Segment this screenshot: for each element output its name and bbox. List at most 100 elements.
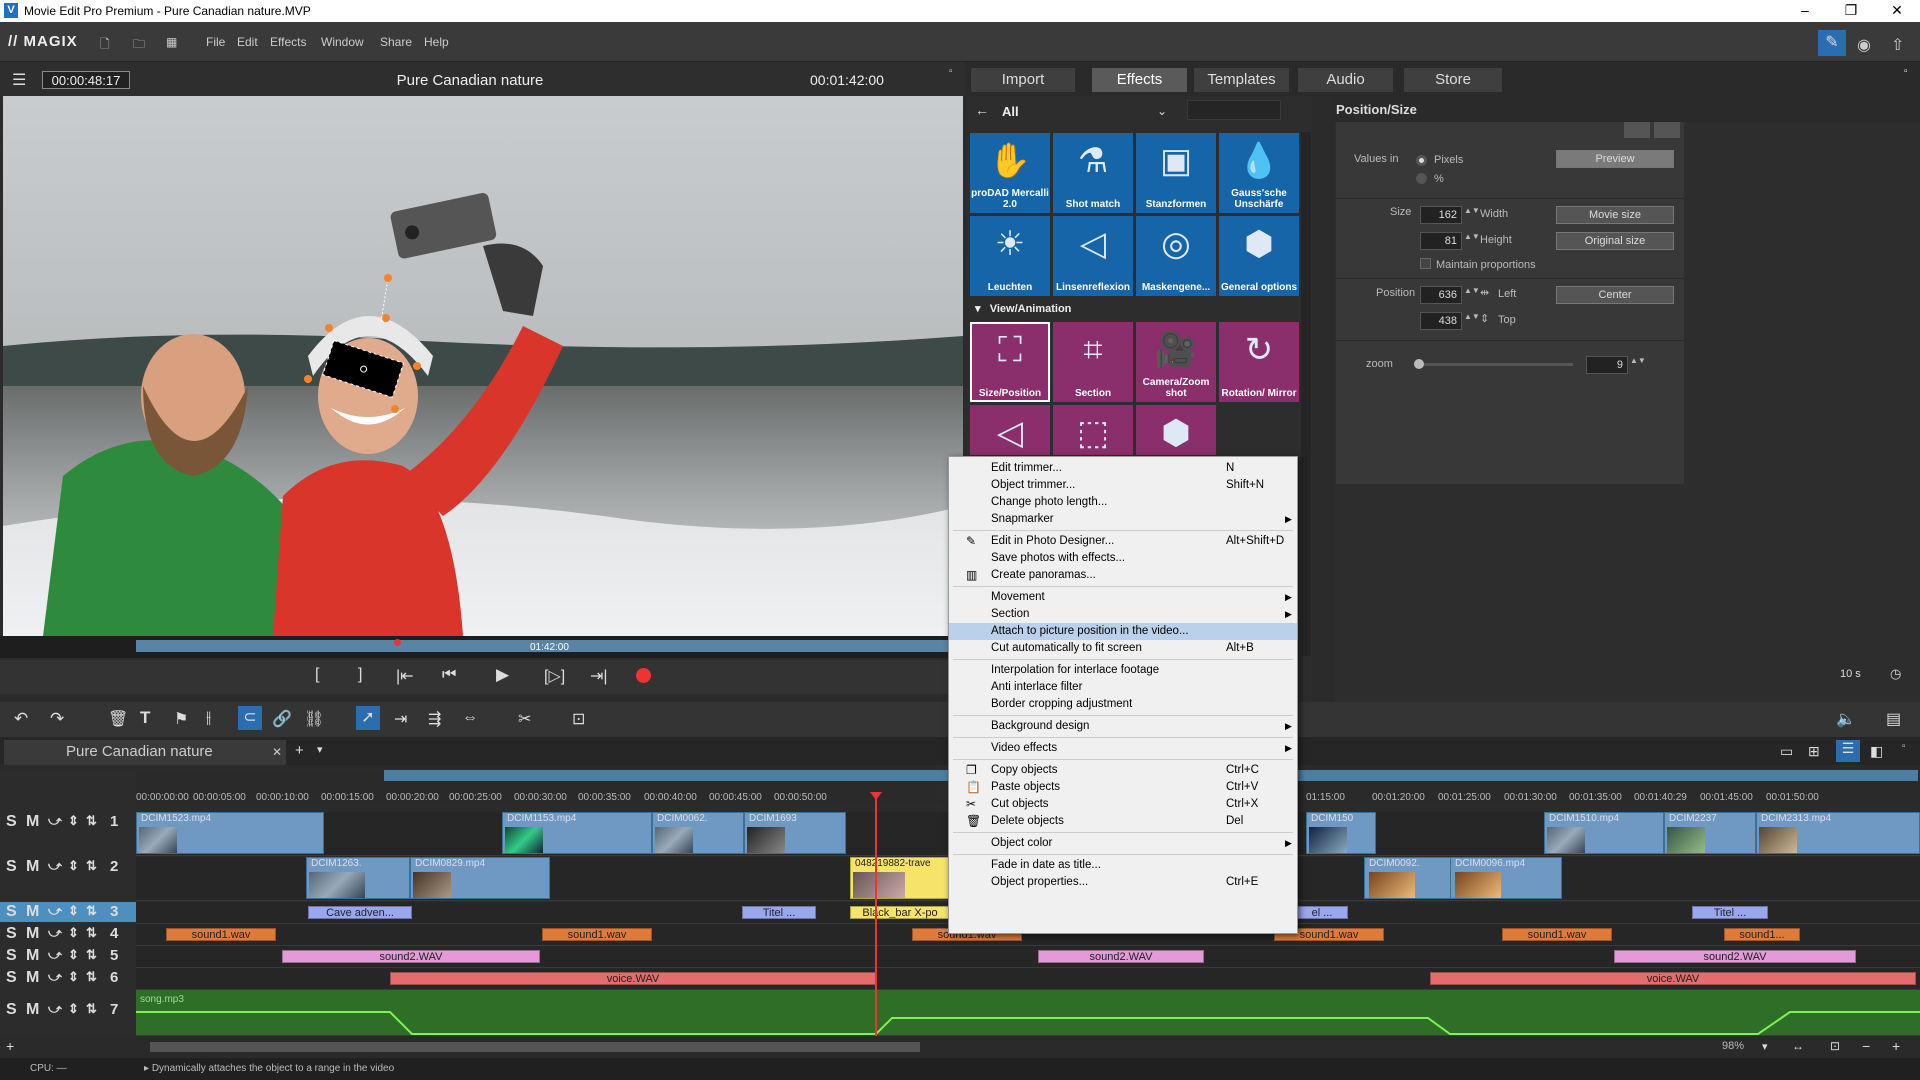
title-clip[interactable]: Cave adven... (308, 906, 412, 919)
save-icon[interactable]: ▦ (166, 35, 177, 49)
lock-icon[interactable]: ⤻ (48, 947, 62, 963)
mute-button[interactable]: M (26, 969, 39, 987)
stretch-icon[interactable]: ⇔ (462, 709, 478, 727)
menu-item-edit-in-photo-designer[interactable]: ✎ Edit in Photo Designer... Alt+Shift+D (949, 533, 1297, 550)
timeline-playhead[interactable] (875, 796, 877, 1036)
height-stepper[interactable]: ▲▼ (1464, 232, 1480, 241)
mark-in-icon[interactable]: [ (315, 666, 319, 684)
video-clip[interactable]: DCIM1693 (744, 812, 846, 854)
top-stepper[interactable]: ▲▼ (1464, 312, 1480, 321)
zoom-stepper[interactable]: ▲▼ (1630, 356, 1646, 365)
track-options-icon[interactable]: ⇅ (86, 1001, 97, 1017)
lock-icon[interactable]: ⤻ (48, 903, 62, 919)
mixer-icon[interactable]: ▤ (1886, 709, 1901, 729)
tab-templates[interactable]: Templates (1194, 68, 1289, 92)
solo-button[interactable]: S (6, 925, 17, 943)
left-input[interactable]: 636 (1420, 286, 1462, 304)
zoom-in-icon[interactable]: + (1892, 1038, 1900, 1054)
dropdown-icon[interactable] (1624, 122, 1650, 138)
prev-marker-icon[interactable]: |⇤ (396, 666, 414, 686)
next-marker-icon[interactable]: ⇥| (590, 666, 608, 686)
effects-scrollbar[interactable] (1301, 132, 1311, 656)
tab-audio[interactable]: Audio (1298, 68, 1393, 92)
effect-tile-shot-match[interactable]: ⚗ Shot match (1053, 133, 1133, 213)
delete-icon[interactable]: 🗑 (108, 709, 128, 729)
tab-import[interactable]: Import (971, 68, 1075, 92)
audio-clip[interactable]: sound2.WAV (282, 950, 540, 963)
left-stepper[interactable]: ▲▼ (1464, 286, 1480, 295)
menu-item-object-trimmer[interactable]: Object trimmer... Shift+N (949, 477, 1297, 494)
title-clip-selected[interactable]: Black_bar X-po (850, 906, 950, 919)
mute-button[interactable]: M (26, 813, 39, 831)
effect-tile-distort[interactable]: ⬚ (1053, 405, 1133, 455)
solo-button[interactable]: S (6, 858, 17, 876)
track-header-5[interactable]: S M ⤻ ⇕ ⇅ 5 (0, 946, 136, 966)
menu-item-delete-objects[interactable]: 🗑 Delete objects Del (949, 813, 1297, 830)
prev-frame-icon[interactable]: ⏮ (442, 666, 456, 684)
search-input[interactable] (1187, 100, 1281, 120)
width-stepper[interactable]: ▲▼ (1464, 206, 1480, 215)
menu-item-paste-objects[interactable]: 📋 Paste objects Ctrl+V (949, 779, 1297, 796)
settings-icon[interactable]: ◉ (1857, 35, 1871, 55)
menu-edit[interactable]: Edit (237, 35, 258, 49)
link-icon[interactable]: 🔗 (272, 709, 292, 729)
menu-item-interpolation-for-interlace-footage[interactable]: Interpolation for interlace footage (949, 662, 1297, 679)
marker-flag-icon[interactable]: ⚑ (174, 709, 188, 729)
menu-item-section[interactable]: Section ▶ (949, 606, 1297, 623)
zoom-step-label[interactable]: 10 s (1840, 668, 1861, 680)
effect-tile-general-options[interactable]: ⬢ General options (1219, 216, 1299, 296)
back-arrow-icon[interactable]: ← (975, 102, 989, 118)
lock-icon[interactable]: ⤻ (48, 969, 62, 985)
mark-out-icon[interactable]: ] (358, 666, 362, 684)
audio-clip[interactable]: voice.WAV (390, 972, 876, 985)
zoom-percent[interactable]: 98% (1722, 1040, 1744, 1052)
menu-item-cut-automatically-to-fit-screen[interactable]: Cut automatically to fit screen Alt+B (949, 640, 1297, 657)
maximize-timeline-icon[interactable]: ▫ (1902, 741, 1906, 752)
menu-item-movement[interactable]: Movement ▶ (949, 589, 1297, 606)
menu-item-create-panoramas[interactable]: ▥ Create panoramas... (949, 567, 1297, 584)
pointer-icon[interactable]: ➚ (356, 706, 380, 730)
insert-icon[interactable]: ⊡ (572, 709, 585, 729)
menu-item-edit-trimmer[interactable]: Edit trimmer... N (949, 460, 1297, 477)
align-left-icon[interactable]: ⇹ (1480, 286, 1489, 299)
menu-item-fade-in-date-as-title[interactable]: Fade in date as title... (949, 857, 1297, 874)
title-clip[interactable]: Titel ... (1692, 906, 1768, 919)
lock-icon[interactable]: ⤻ (48, 813, 62, 829)
effect-tile-maskengenerator[interactable]: ◎ Maskengene... (1136, 216, 1216, 296)
height-input[interactable]: 81 (1420, 232, 1462, 250)
view-storyboard-icon[interactable]: ▭ (1780, 743, 1793, 760)
current-timecode[interactable]: 00:00:48:17 (42, 71, 130, 89)
filter-select[interactable]: All (1002, 104, 1019, 119)
add-tab-icon[interactable]: + (295, 742, 304, 759)
project-tab[interactable]: Pure Canadian nature ✕ (4, 740, 286, 765)
effect-tile-stanzformen[interactable]: ▣ Stanzformen (1136, 133, 1216, 213)
preview-button[interactable]: Preview (1556, 150, 1674, 168)
title-clip[interactable]: el ... (1296, 906, 1348, 919)
effect-tile-size-position[interactable]: ⛶ Size/Position (970, 322, 1050, 402)
menu-item-copy-objects[interactable]: ❐ Copy objects Ctrl+C (949, 762, 1297, 779)
video-clip[interactable]: DCIM1523.mp4 (136, 812, 324, 854)
mute-button[interactable]: M (26, 903, 39, 921)
track-header-7[interactable]: S M ⤻ ⇕ ⇅ 7 (0, 1000, 136, 1020)
volume-icon[interactable]: ⇕ (68, 813, 79, 829)
original-size-button[interactable]: Original size (1556, 232, 1674, 250)
menu-item-snapmarker[interactable]: Snapmarker ▶ (949, 511, 1297, 528)
collapse-icon[interactable] (1654, 122, 1680, 138)
track-options-icon[interactable]: ⇅ (86, 858, 97, 874)
play-range-icon[interactable]: [▷] (544, 666, 565, 686)
top-input[interactable]: 438 (1420, 312, 1462, 330)
lock-icon[interactable]: ⤻ (48, 925, 62, 941)
fit-width-icon[interactable]: ↔ (1792, 1039, 1804, 1053)
zoom-slider-thumb[interactable] (1414, 359, 1424, 369)
audio-clip[interactable]: sound2.WAV (1038, 950, 1204, 963)
volume-icon[interactable]: 🔈 (1836, 709, 1856, 729)
lock-icon[interactable]: ⤻ (48, 858, 62, 874)
record-icon[interactable] (636, 668, 651, 683)
video-clip[interactable]: DCIM0829.mp4 (410, 857, 550, 899)
view-timeline-icon[interactable]: ☰ (1836, 740, 1860, 762)
video-preview[interactable] (3, 96, 963, 636)
title-clip[interactable]: Titel ... (742, 906, 816, 919)
redo-icon[interactable]: ↷ (50, 709, 64, 729)
mute-button[interactable]: M (26, 1001, 39, 1019)
audio-clip[interactable]: sound1... (1724, 928, 1800, 941)
